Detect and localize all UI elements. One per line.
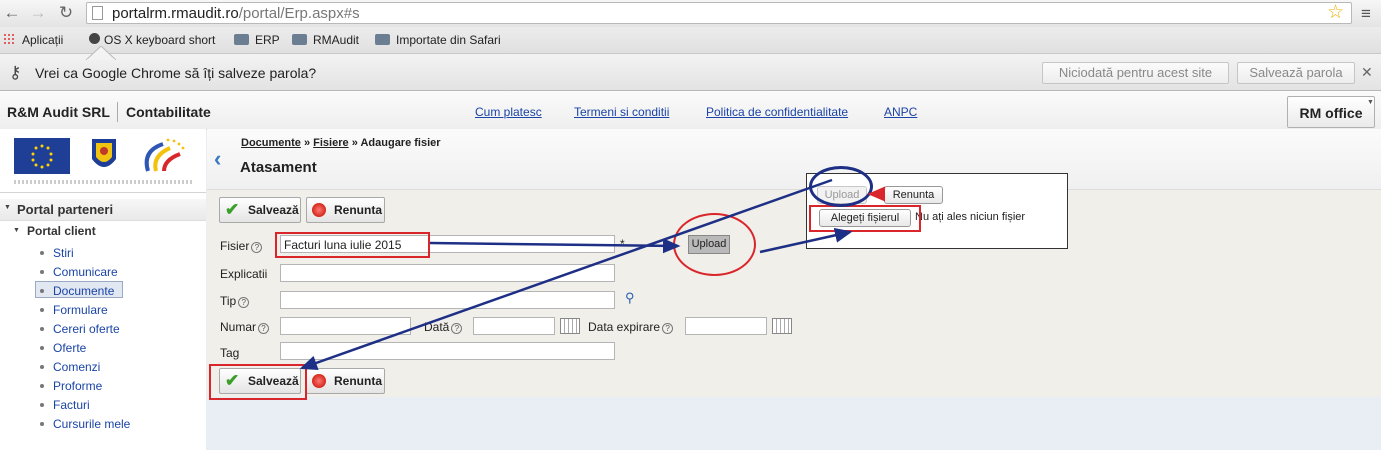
arrow-to-choose-file	[759, 227, 853, 254]
annotation-arrows	[299, 178, 885, 371]
arrow-to-save	[299, 178, 833, 371]
arrow-to-upload	[429, 238, 681, 254]
